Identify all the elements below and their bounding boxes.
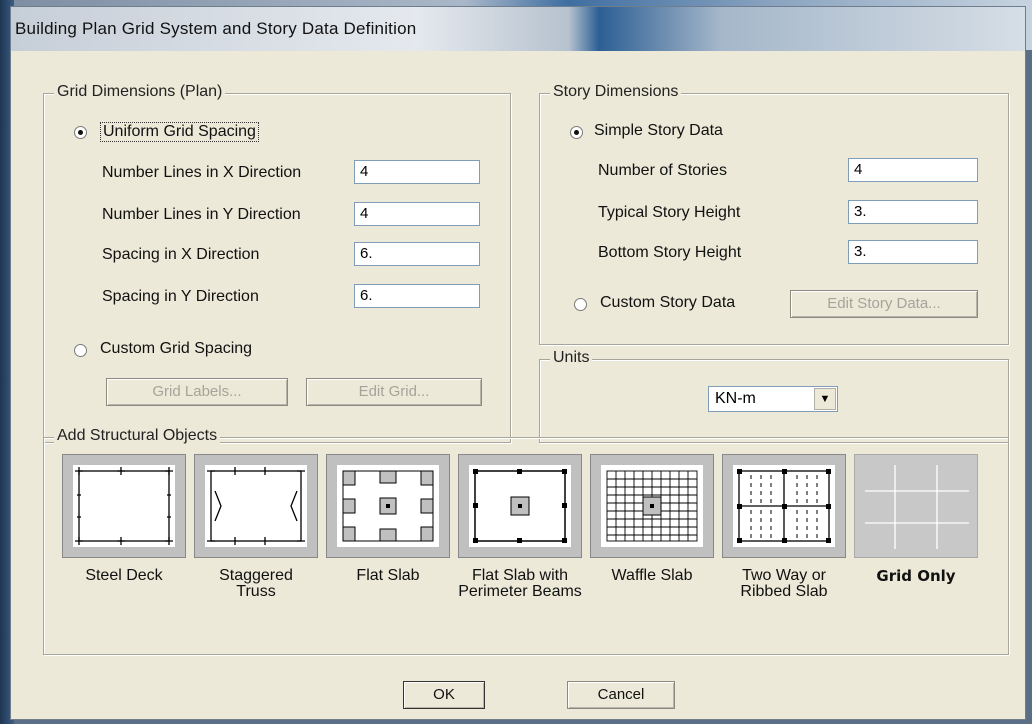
steel-deck-label: Steel Deck [85,567,163,584]
simple-story-label[interactable]: Simple Story Data [594,122,723,140]
grid-only-button[interactable] [854,454,978,558]
waffle-slab-icon [606,470,698,542]
flat-slab-perimeter-beams-icon [473,469,567,543]
two-way-ribbed-slab-button[interactable] [722,454,846,558]
units-value: KN-m [715,390,756,407]
story-dimensions-legend: Story Dimensions [550,83,682,101]
custom-grid-label[interactable]: Custom Grid Spacing [100,340,252,358]
flat-slab-perimeter-beams-button[interactable] [458,454,582,558]
custom-story-radio[interactable] [574,298,587,311]
dialog-window: Building Plan Grid System and Story Data… [10,6,1026,720]
edit-story-data-button[interactable]: Edit Story Data... [790,290,978,318]
grid-dimensions-group: Grid Dimensions (Plan) Uniform Grid Spac… [43,83,511,443]
flat-slab-perimeter-beams-label: Flat Slab with Perimeter Beams [458,567,582,600]
window-title: Building Plan Grid System and Story Data… [15,19,417,38]
flat-slab-icon [342,470,434,542]
story-dimensions-group: Story Dimensions Simple Story Data Numbe… [539,83,1009,345]
simple-story-radio[interactable] [570,126,583,139]
staggered-truss-label: Staggered Truss [219,567,293,600]
y-lines-input[interactable]: 4 [354,202,480,226]
typical-height-label: Typical Story Height [598,204,741,221]
title-bar[interactable]: Building Plan Grid System and Story Data… [11,7,1025,51]
stories-label: Number of Stories [598,162,727,179]
typical-height-input[interactable]: 3. [848,200,978,224]
units-select[interactable]: KN-m ▼ [708,386,838,412]
chevron-down-icon[interactable]: ▼ [814,388,836,410]
uniform-grid-radio[interactable] [74,126,87,139]
flat-slab-button[interactable] [326,454,450,558]
y-spacing-label: Spacing in Y Direction [102,288,259,305]
bottom-height-input[interactable]: 3. [848,240,978,264]
grid-dimensions-legend: Grid Dimensions (Plan) [54,83,226,101]
x-lines-input[interactable]: 4 [354,160,480,184]
x-spacing-label: Spacing in X Direction [102,246,260,263]
waffle-slab-label: Waffle Slab [611,567,693,584]
dialog-body: Grid Dimensions (Plan) Uniform Grid Spac… [17,51,1019,713]
edit-grid-button[interactable]: Edit Grid... [306,378,482,406]
y-lines-label: Number Lines in Y Direction [102,206,301,223]
staggered-truss-button[interactable] [194,454,318,558]
stories-input[interactable]: 4 [848,158,978,182]
custom-grid-radio[interactable] [74,344,87,357]
bottom-height-label: Bottom Story Height [598,244,742,261]
two-way-ribbed-slab-label: Two Way or Ribbed Slab [740,567,828,600]
uniform-grid-label[interactable]: Uniform Grid Spacing [100,122,259,142]
two-way-ribbed-slab-icon [737,469,831,543]
y-spacing-input[interactable]: 6. [354,284,480,308]
staggered-truss-icon [207,467,305,545]
grid-only-label: Grid Only [876,567,956,585]
ok-button[interactable]: OK [403,681,485,709]
grid-only-icon [865,465,969,549]
steel-deck-icon [75,467,173,545]
x-lines-label: Number Lines in X Direction [102,164,302,181]
structural-objects-legend: Add Structural Objects [54,427,221,445]
custom-story-label[interactable]: Custom Story Data [600,294,735,312]
x-spacing-input[interactable]: 6. [354,242,480,266]
structural-objects-group: Add Structural Objects Steel Deck Stagge… [43,427,1009,655]
steel-deck-button[interactable] [62,454,186,558]
grid-labels-button[interactable]: Grid Labels... [106,378,288,406]
units-legend: Units [550,349,593,367]
units-group: Units KN-m ▼ [539,349,1009,443]
waffle-slab-button[interactable] [590,454,714,558]
cancel-button[interactable]: Cancel [567,681,675,709]
flat-slab-label: Flat Slab [356,567,420,584]
